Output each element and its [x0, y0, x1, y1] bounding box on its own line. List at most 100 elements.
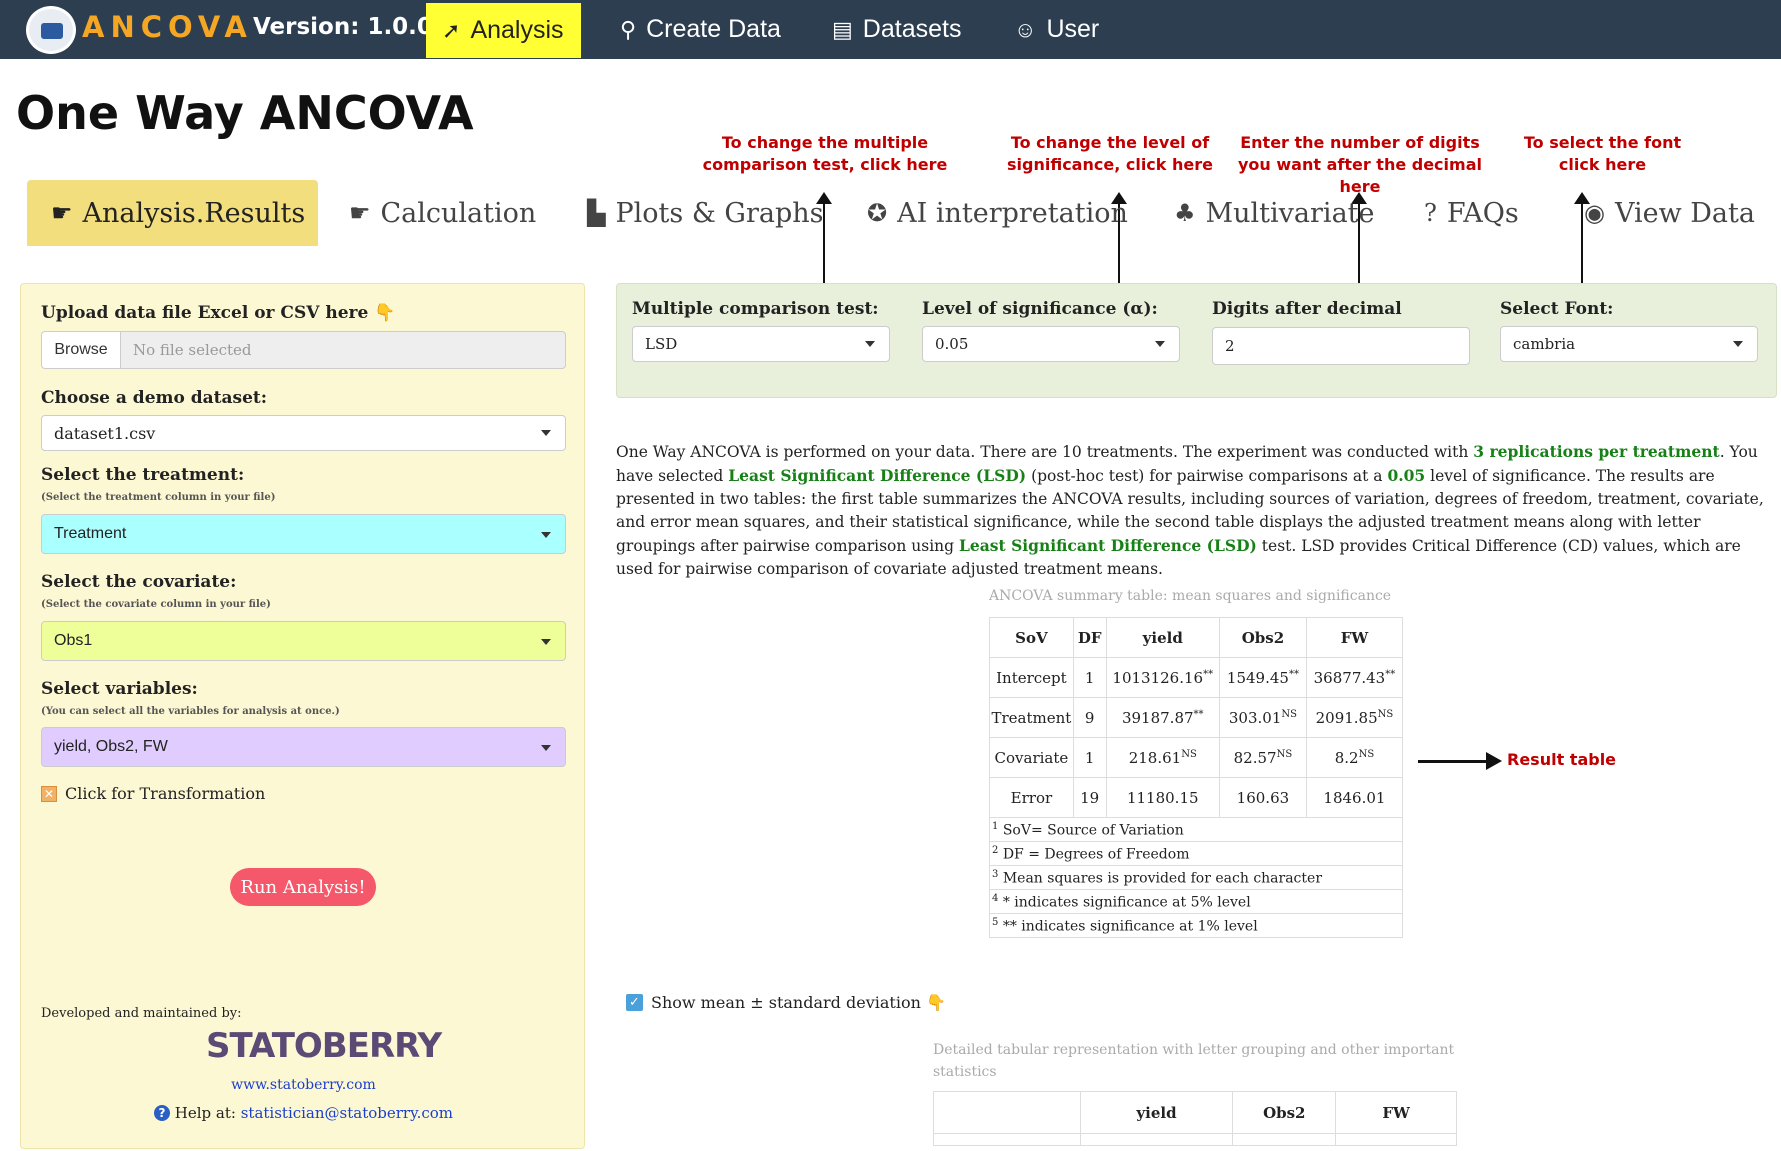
digits-input[interactable]: 2: [1212, 327, 1470, 365]
footnote-row: 4 * indicates significance at 5% level: [989, 889, 1403, 914]
footnote-text: * indicates significance at 5% level: [1002, 894, 1251, 911]
tab-view-data-label: View Data: [1614, 197, 1755, 229]
website-link[interactable]: www.statoberry.com: [21, 1077, 586, 1093]
font-value: cambria: [1513, 335, 1576, 353]
column-header: yield: [1079, 1091, 1234, 1134]
upload-label: Upload data file Excel or CSV here 👇: [41, 303, 396, 323]
tab-ai-interpretation-label: AI interpretation: [897, 197, 1128, 229]
significance-mark: **: [1288, 668, 1299, 680]
value: 160.63: [1236, 788, 1290, 807]
df-cell: 1: [1072, 737, 1107, 778]
font-select[interactable]: cambria: [1500, 326, 1758, 362]
treatment-select[interactable]: Treatment: [41, 514, 566, 554]
column-header: FW: [1335, 1091, 1457, 1134]
footnote-number: 3: [992, 868, 999, 880]
significance-value: 0.05: [935, 335, 969, 353]
significance-select[interactable]: 0.05: [922, 326, 1180, 362]
value-cell: 303.01NS: [1218, 697, 1307, 738]
df-cell: 9: [1072, 697, 1107, 738]
footnote-text: SoV= Source of Variation: [1002, 822, 1184, 839]
nav-datasets[interactable]: ▤ Datasets: [816, 0, 977, 59]
significance-mark: **: [1193, 708, 1204, 720]
nav-create-data[interactable]: ⚲ Create Data: [604, 0, 797, 59]
table-row: Treatment 9 39187.87** 303.01NS 2091.85N…: [989, 697, 1404, 738]
value: 218.61: [1128, 748, 1182, 767]
sov-cell: Covariate: [989, 737, 1074, 778]
value: 36877.43: [1313, 668, 1386, 687]
footnote-row: 1 SoV= Source of Variation: [989, 817, 1403, 842]
user-icon: ☺: [1014, 16, 1037, 42]
table-row: Intercept 1 1013126.16** 1549.45** 36877…: [989, 657, 1404, 698]
value: 303.01: [1228, 708, 1282, 727]
nav-analysis[interactable]: ➚ Analysis: [426, 3, 581, 58]
footnote-number: 4: [992, 892, 999, 904]
mct-select[interactable]: LSD: [632, 326, 890, 362]
column-header: Obs2: [1218, 617, 1307, 658]
demo-dataset-value: dataset1.csv: [54, 423, 156, 443]
value: 82.57: [1233, 748, 1277, 767]
value-cell: 1013126.16**: [1105, 657, 1220, 698]
footnote-number: 5: [992, 916, 999, 928]
variables-hint: (You can select all the variables for an…: [41, 706, 340, 717]
nav-user[interactable]: ☺ User: [998, 0, 1115, 59]
tab-calculation[interactable]: ☛ Calculation: [325, 180, 560, 246]
tab-analysis-results[interactable]: ☛ Analysis.Results: [27, 180, 318, 246]
tab-analysis-results-label: Analysis.Results: [82, 197, 306, 229]
run-analysis-button[interactable]: Run Analysis!: [230, 868, 376, 906]
nav-datasets-label: Datasets: [862, 15, 962, 43]
demo-dataset-select[interactable]: dataset1.csv: [41, 415, 566, 451]
covariate-hint: (Select the covariate column in your fil…: [41, 599, 271, 610]
value: 8.2: [1334, 748, 1359, 767]
transformation-label: Click for Transformation: [65, 784, 266, 803]
variables-select[interactable]: yield, Obs2, FW: [41, 727, 566, 767]
table-row: Covariate 1 218.61NS 82.57NS 8.2NS: [989, 737, 1404, 778]
column-header: FW: [1305, 617, 1404, 658]
footnote-number: 2: [992, 844, 999, 856]
table-cell: [1079, 1133, 1234, 1146]
tab-multivariate[interactable]: ♣ Multivariate: [1150, 180, 1399, 246]
description-replications: 3 replications per treatment: [1473, 442, 1720, 461]
value-cell: 1846.01: [1305, 777, 1404, 818]
footnote: 1 SoV= Source of Variation: [989, 817, 1403, 842]
table-cell: [933, 1133, 1081, 1146]
significance-mark: **: [1385, 668, 1396, 680]
value-cell: 1549.45**: [1218, 657, 1307, 698]
demo-dataset-label: Choose a demo dataset:: [41, 388, 268, 408]
variables-label: Select variables:: [41, 679, 198, 699]
file-name-field[interactable]: No file selected: [121, 331, 566, 369]
value: 1013126.16: [1112, 668, 1204, 687]
analysis-description: One Way ANCOVA is performed on your data…: [616, 440, 1766, 581]
value: 1549.45: [1226, 668, 1289, 687]
footnote: 3 Mean squares is provided for each char…: [989, 865, 1403, 890]
mct-value: LSD: [645, 335, 678, 353]
help-email-link[interactable]: statistician@statoberry.com: [241, 1104, 453, 1122]
mct-label: Multiple comparison test:: [632, 299, 879, 319]
footnote-text: DF = Degrees of Freedom: [1002, 846, 1190, 863]
footnote-number: 1: [992, 820, 999, 832]
footnote-row: 5 ** indicates significance at 1% level: [989, 913, 1403, 938]
tab-view-data[interactable]: ◉ View Data: [1560, 180, 1779, 246]
value-cell: 82.57NS: [1218, 737, 1307, 778]
tab-plots-graphs[interactable]: ▙ Plots & Graphs: [563, 180, 848, 246]
chevron-down-icon: [1733, 341, 1743, 347]
nav-analysis-label: Analysis: [470, 16, 564, 44]
eye-icon: ◉: [1584, 199, 1605, 227]
show-mean-checkbox[interactable]: ✓ Show mean ± standard deviation 👇: [626, 993, 946, 1012]
chevron-down-icon: [1155, 341, 1165, 347]
navbar: ANCOVA Version: 1.0.0 ➚ Analysis ⚲ Creat…: [0, 0, 1781, 59]
annotation-multiple-comparison: To change the multiple comparison test, …: [702, 133, 948, 174]
cubes-icon: ♣: [1174, 199, 1196, 227]
transformation-checkbox[interactable]: ✕ Click for Transformation: [41, 784, 265, 803]
covariate-select[interactable]: Obs1: [41, 621, 566, 661]
tab-ai-interpretation[interactable]: ✪ AI interpretation: [843, 180, 1152, 246]
browse-button[interactable]: Browse: [41, 331, 121, 369]
question-circle-icon: ?: [154, 1105, 170, 1121]
tab-faqs[interactable]: ? FAQs: [1400, 180, 1543, 246]
significance-mark: NS: [1181, 748, 1197, 760]
significance-label: Level of significance (α):: [922, 299, 1158, 319]
annotation-font: To select the font click here: [1523, 133, 1682, 174]
binoculars-icon: ⚲: [620, 16, 637, 42]
significance-mark: NS: [1276, 748, 1293, 760]
tab-calculation-label: Calculation: [380, 197, 537, 229]
checkmark-icon: ✓: [626, 994, 643, 1011]
